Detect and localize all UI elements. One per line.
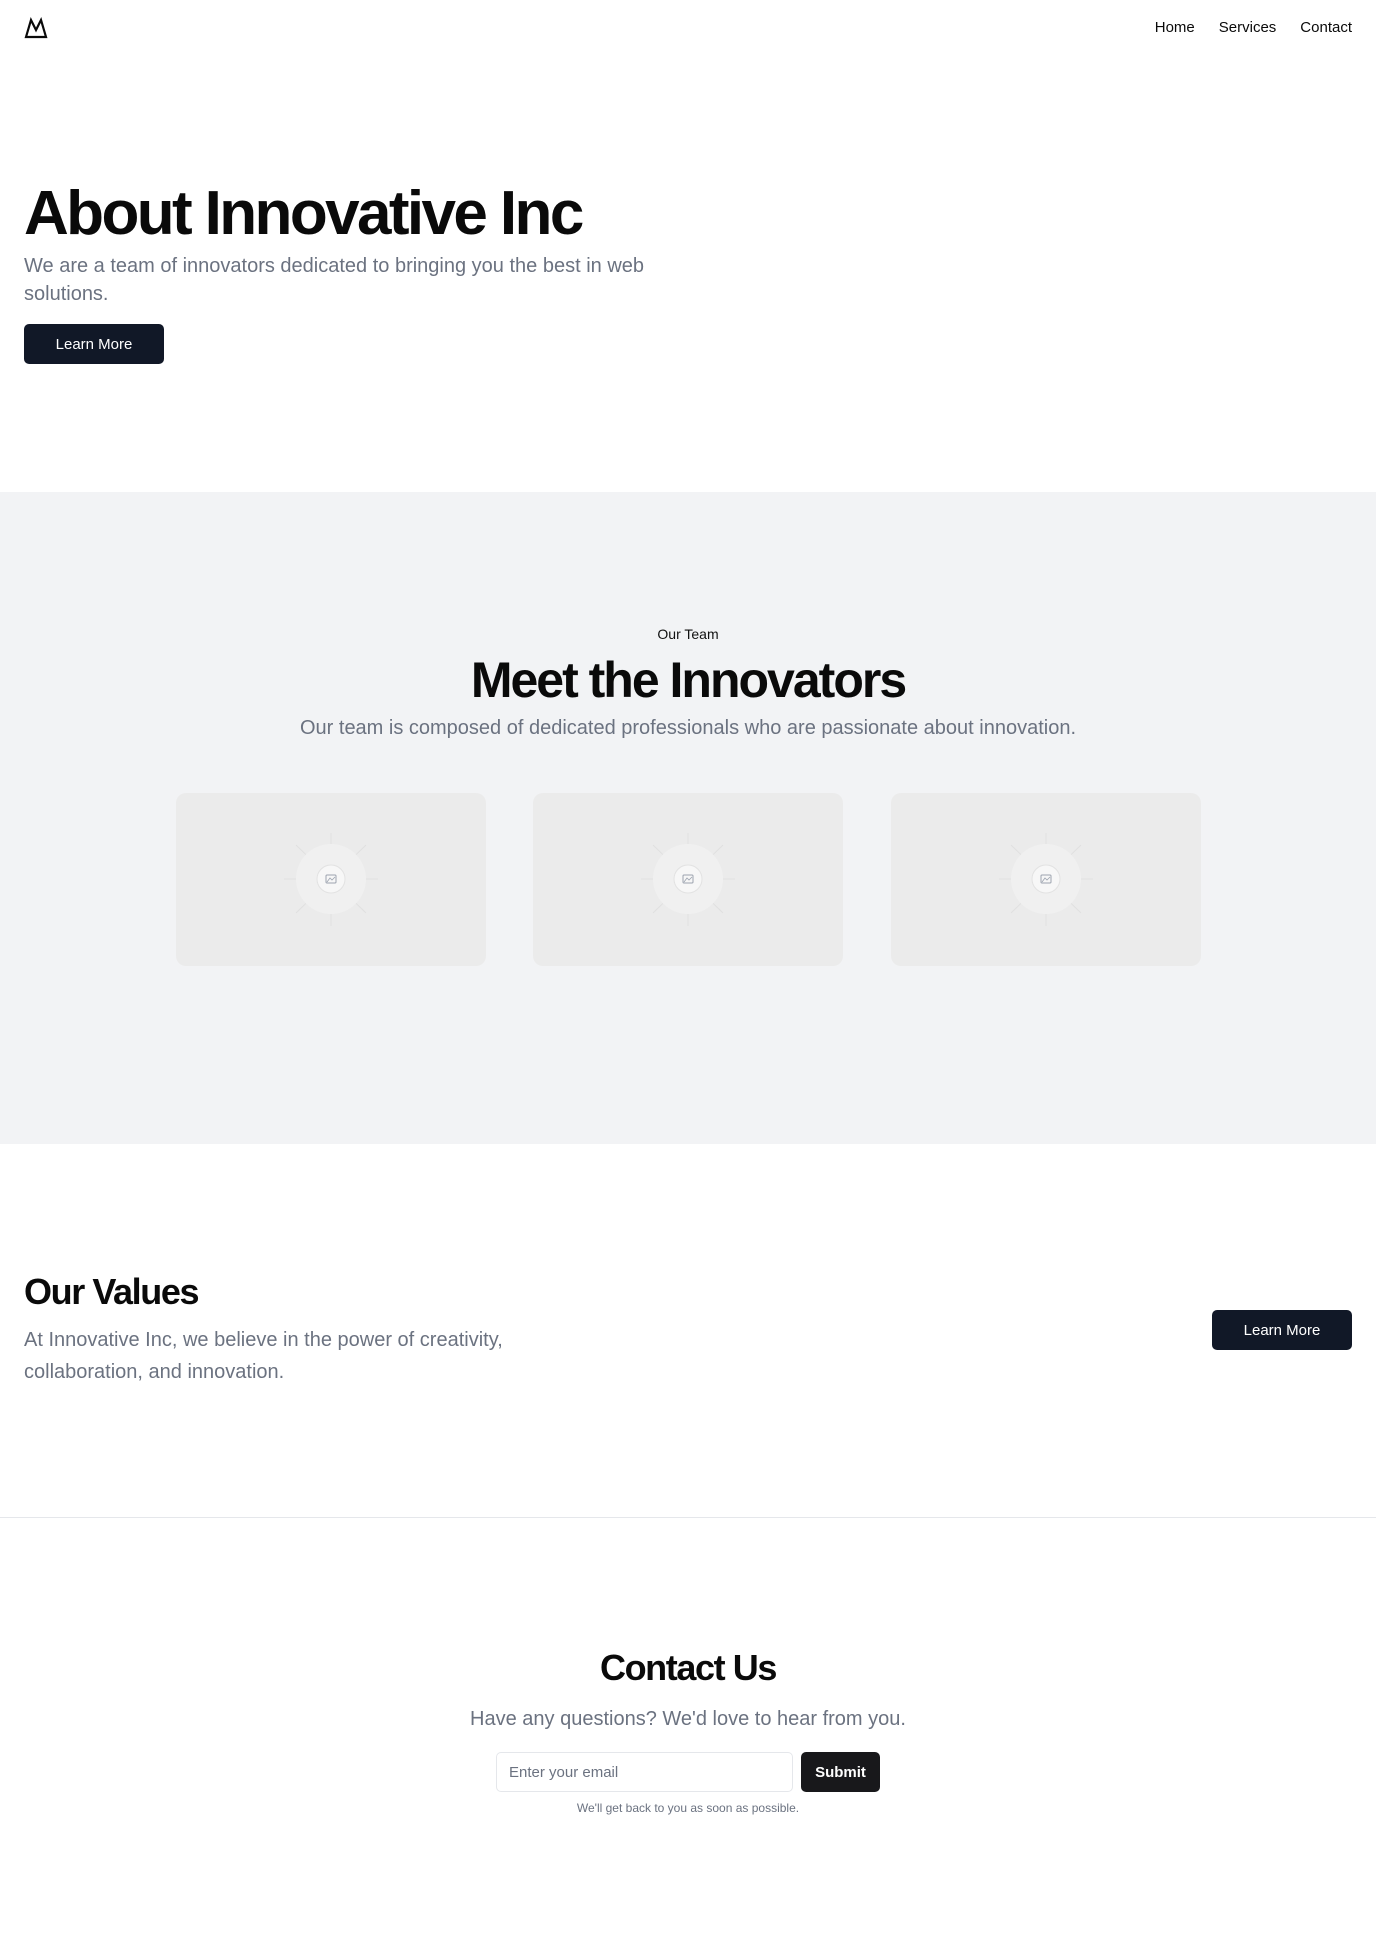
image-placeholder-icon xyxy=(284,833,378,926)
team-card xyxy=(533,793,843,966)
page: Home Services Contact About Innovative I… xyxy=(0,0,1376,1943)
mountain-icon xyxy=(24,17,48,39)
main-nav: Home Services Contact xyxy=(1155,18,1352,38)
team-card xyxy=(891,793,1201,966)
section-divider xyxy=(0,1517,1376,1518)
team-card xyxy=(176,793,486,966)
site-header: Home Services Contact xyxy=(0,0,1376,56)
submit-button[interactable]: Submit xyxy=(801,1752,880,1792)
email-input[interactable] xyxy=(496,1752,793,1792)
hero-learn-more-button[interactable]: Learn More xyxy=(24,324,164,364)
values-subtitle: At Innovative Inc, we believe in the pow… xyxy=(24,1329,503,1383)
team-title: Meet the Innovators xyxy=(470,652,907,708)
hero-subtitle: We are a team of innovators dedicated to… xyxy=(24,255,645,305)
team-subtitle: Our team is composed of dedicated profes… xyxy=(299,717,1077,739)
contact-title: Contact Us xyxy=(599,1647,777,1688)
image-placeholder-icon xyxy=(641,833,735,926)
contact-subtitle: Have any questions? We'd love to hear fr… xyxy=(470,1708,906,1730)
team-section: Our Team Meet the Innovators Our team is… xyxy=(0,492,1376,1144)
nav-link-contact[interactable]: Contact xyxy=(1300,18,1352,38)
nav-link-home[interactable]: Home xyxy=(1155,18,1195,38)
values-learn-more-button[interactable]: Learn More xyxy=(1212,1310,1352,1350)
team-eyebrow: Our Team xyxy=(657,626,719,642)
hero-title: About Innovative Inc xyxy=(24,179,584,248)
nav-link-services[interactable]: Services xyxy=(1219,18,1277,38)
values-title: Our Values xyxy=(24,1271,199,1312)
image-placeholder-icon xyxy=(999,833,1093,926)
contact-note: We'll get back to you as soon as possibl… xyxy=(576,1801,800,1815)
logo-link[interactable] xyxy=(24,17,48,39)
